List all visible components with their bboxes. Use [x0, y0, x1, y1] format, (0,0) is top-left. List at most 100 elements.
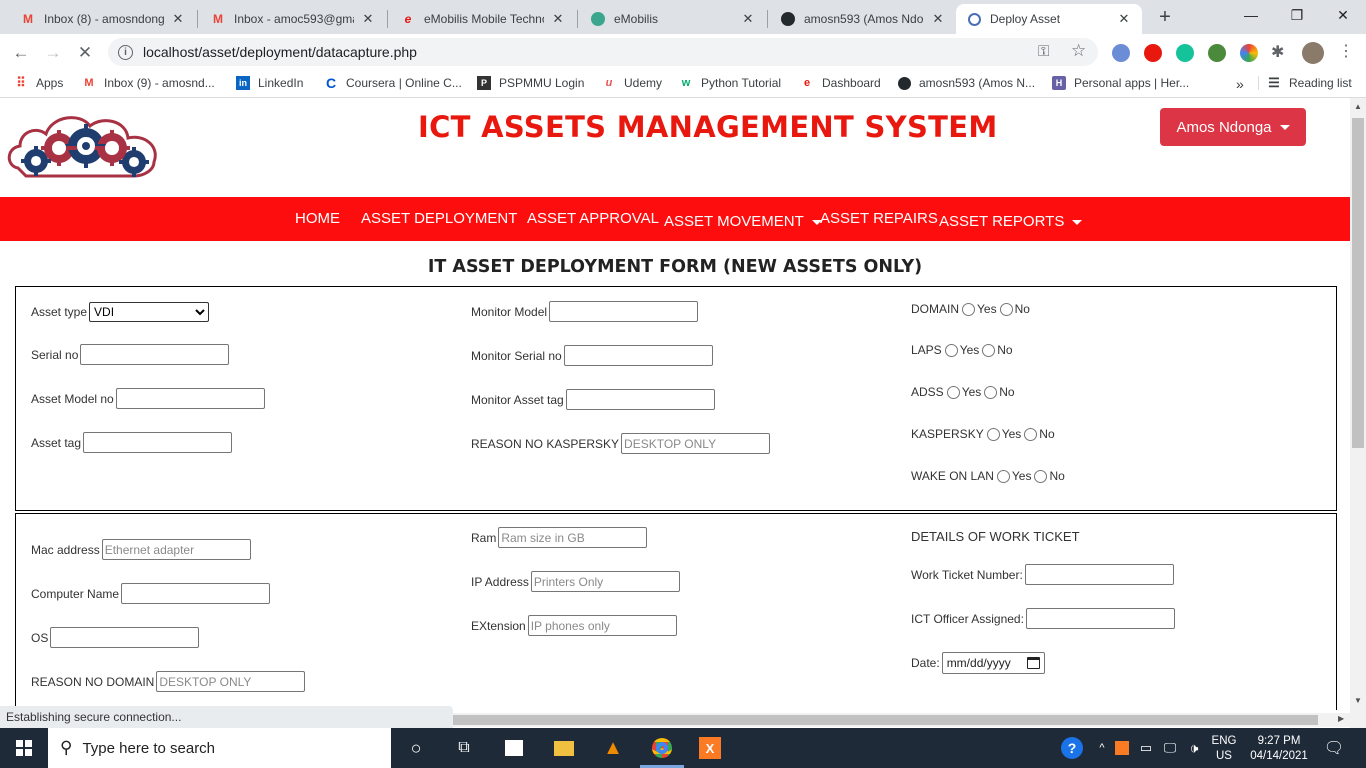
info-icon[interactable]: i — [118, 44, 133, 60]
back-button[interactable]: ← — [8, 40, 34, 66]
xampp-tray-icon[interactable] — [1110, 736, 1134, 760]
asset-model-no-input[interactable] — [115, 388, 265, 409]
nav-asset-approval[interactable]: ASSET APPROVAL — [527, 210, 659, 227]
adblock-icon[interactable] — [1144, 44, 1162, 62]
stop-loading-button[interactable]: ✕ — [72, 40, 98, 66]
computer-name-input[interactable] — [121, 583, 271, 604]
reading-list-button[interactable]: ☰ Reading list — [1258, 75, 1352, 90]
wake-on-lan-yes-radio[interactable] — [996, 469, 1010, 483]
forward-button[interactable]: → — [40, 40, 66, 66]
nav-asset-repairs[interactable]: ASSET REPAIRS — [820, 210, 938, 227]
extension-icon[interactable] — [1208, 44, 1226, 62]
color-picker-icon[interactable] — [1240, 44, 1258, 62]
close-icon[interactable]: ✕ — [170, 11, 186, 27]
grammarly-icon[interactable] — [1176, 44, 1194, 62]
bookmark-github[interactable]: amosn593 (Amos N... — [897, 76, 1035, 90]
menu-kebab-icon[interactable]: ⋮ — [1338, 41, 1354, 61]
file-explorer-icon[interactable] — [552, 736, 576, 760]
chrome-icon[interactable] — [650, 736, 674, 760]
nav-asset-deployment[interactable]: ASSET DEPLOYMENT — [361, 210, 517, 227]
clock[interactable]: 9:27 PM 04/14/2021 — [1248, 734, 1310, 764]
nav-asset-reports[interactable]: ASSET REPORTS — [939, 213, 1083, 230]
close-icon[interactable]: ✕ — [1116, 11, 1132, 27]
browser-tab-gmail-2[interactable]: M Inbox - amoc593@gma ✕ — [200, 4, 386, 34]
task-view-icon[interactable]: ⧉ — [452, 736, 476, 760]
reason-no-kaspersky-input[interactable] — [621, 433, 771, 454]
bookmark-pspmmu[interactable]: P PSPMMU Login — [477, 76, 584, 90]
scroll-right-arrow-icon[interactable]: ▶ — [1338, 714, 1344, 723]
bookmark-heroku[interactable]: H Personal apps | Her... — [1052, 76, 1189, 90]
horizontal-scrollbar-thumb[interactable] — [453, 715, 1318, 725]
reason-no-domain-input[interactable] — [156, 671, 306, 692]
browser-tab-emobilis[interactable]: eMobilis ✕ — [580, 4, 766, 34]
bookmark-udemy[interactable]: u Udemy — [602, 76, 662, 90]
windows-start-icon[interactable] — [12, 736, 36, 760]
bookmark-dashboard[interactable]: e Dashboard — [800, 76, 881, 90]
mac-address-input[interactable] — [101, 539, 251, 560]
kaspersky-yes-radio[interactable] — [986, 427, 1000, 441]
notifications-icon[interactable]: 🗨 — [1322, 736, 1346, 760]
taskbar-search[interactable]: ⚲ Type here to search — [48, 728, 391, 768]
address-bar[interactable]: i localhost/asset/deployment/datacapture… — [108, 38, 1098, 66]
volume-icon[interactable]: 🕩 — [1182, 736, 1206, 760]
network-icon[interactable]: 🖵 — [1158, 736, 1182, 760]
laps-yes-radio[interactable] — [944, 343, 958, 357]
date-input[interactable]: mm/dd/yyyy — [941, 652, 1045, 674]
extension-icon[interactable] — [1112, 44, 1130, 62]
ict-officer-input[interactable] — [1025, 608, 1175, 629]
browser-tab-emobilis-tech[interactable]: e eMobilis Mobile Techno ✕ — [390, 4, 576, 34]
key-icon[interactable]: ⚿ — [1038, 43, 1049, 60]
microsoft-store-icon[interactable] — [502, 736, 526, 760]
asset-tag-input[interactable] — [83, 432, 233, 453]
serial-no-input[interactable] — [80, 344, 230, 365]
cortana-icon[interactable]: ○ — [404, 736, 428, 760]
monitor-model-input[interactable] — [549, 301, 699, 322]
close-icon[interactable]: ✕ — [740, 11, 756, 27]
extension-input[interactable] — [527, 615, 677, 636]
wake-on-lan-no-radio[interactable] — [1034, 469, 1048, 483]
url-text[interactable]: localhost/asset/deployment/datacapture.p… — [143, 44, 417, 60]
minimize-button[interactable]: — — [1228, 0, 1274, 30]
bookmark-coursera[interactable]: C Coursera | Online C... — [324, 75, 462, 91]
nav-home[interactable]: HOME — [295, 210, 340, 227]
calendar-icon[interactable] — [1026, 657, 1040, 669]
battery-icon[interactable]: ▭ — [1134, 736, 1158, 760]
work-ticket-number-input[interactable] — [1024, 564, 1174, 585]
bookmark-star-icon[interactable]: ☆ — [1071, 41, 1086, 61]
close-icon[interactable]: ✕ — [360, 11, 376, 27]
vertical-scrollbar-thumb[interactable] — [1352, 118, 1364, 448]
nav-asset-movement[interactable]: ASSET MOVEMENT — [664, 213, 822, 230]
bookmark-inbox[interactable]: M Inbox (9) - amosnd... — [82, 76, 214, 90]
scroll-down-arrow-icon[interactable]: ▼ — [1354, 696, 1362, 705]
ram-input[interactable] — [498, 527, 648, 548]
vertical-scrollbar[interactable]: ▲ ▼ — [1350, 98, 1366, 728]
bookmark-python-tutorial[interactable]: w Python Tutorial — [679, 76, 781, 90]
xampp-icon[interactable]: X — [698, 736, 722, 760]
adss-yes-radio[interactable] — [946, 385, 960, 399]
domain-no-radio[interactable] — [999, 302, 1013, 316]
domain-yes-radio[interactable] — [962, 302, 975, 316]
os-input[interactable] — [50, 627, 200, 648]
horizontal-scrollbar[interactable]: ▶ — [453, 713, 1350, 727]
extensions-puzzle-icon[interactable]: ✱ — [1271, 42, 1284, 62]
restore-button[interactable]: ❐ — [1274, 0, 1320, 30]
monitor-serial-no-input[interactable] — [563, 345, 713, 366]
laps-no-radio[interactable] — [982, 343, 996, 357]
vlc-icon[interactable]: ▲ — [601, 736, 625, 760]
adss-no-radio[interactable] — [984, 385, 998, 399]
scroll-up-arrow-icon[interactable]: ▲ — [1354, 102, 1362, 111]
bookmark-apps[interactable]: ⠿ Apps — [14, 75, 63, 90]
profile-avatar[interactable] — [1302, 42, 1324, 64]
close-icon[interactable]: ✕ — [550, 11, 566, 27]
user-menu-button[interactable]: Amos Ndonga — [1160, 108, 1306, 146]
bookmark-linkedin[interactable]: in LinkedIn — [236, 76, 303, 90]
browser-tab-github[interactable]: amosn593 (Amos Ndon ✕ — [770, 4, 956, 34]
new-tab-button[interactable]: + — [1152, 6, 1178, 30]
monitor-asset-tag-input[interactable] — [565, 389, 715, 410]
more-bookmarks-button[interactable]: » — [1236, 76, 1244, 92]
browser-tab-gmail-1[interactable]: M Inbox (8) - amosndonga ✕ — [10, 4, 196, 34]
browser-tab-deploy-asset[interactable]: Deploy Asset ✕ — [956, 4, 1142, 34]
help-icon[interactable]: ? — [1060, 736, 1084, 760]
asset-type-select[interactable]: VDI — [89, 302, 210, 322]
close-icon[interactable]: ✕ — [930, 11, 946, 27]
